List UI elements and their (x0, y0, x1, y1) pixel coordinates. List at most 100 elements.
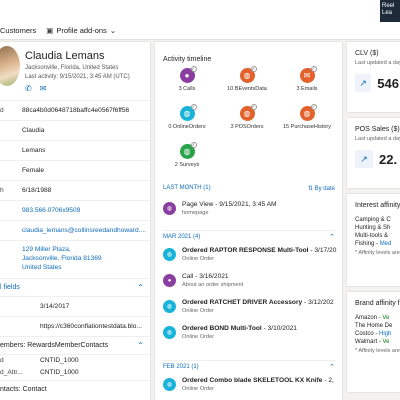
timeline-item-subtitle: About an order shipment (182, 282, 244, 288)
globe-icon: ◍ ✓ (239, 104, 257, 121)
affinity-level: Ve (382, 315, 390, 321)
timeline-item[interactable]: ◍ Ordered RATCHET DRIVER Accessory - 3/1… (163, 298, 338, 320)
affinity-note: * Affinity levels are (355, 250, 400, 256)
affinity-note: * Affinity levels are (355, 348, 400, 354)
chevron-up-icon[interactable]: ⌃ (329, 233, 335, 241)
profile-addons-label: Profile add-ons (56, 26, 107, 35)
affinity-level: Ve (382, 339, 390, 345)
affinity-name: Camping & C (355, 217, 391, 223)
item-title-text: Ordered RATCHET DRIVER Accessory (182, 299, 303, 306)
field-row-lastname: Lemans (0, 140, 150, 160)
app-brand[interactable]: Reel Lea (380, 0, 400, 22)
sort-label: By date (314, 186, 335, 192)
address-link[interactable]: 129 Miller Plaza, Jacksonville, Florida … (22, 245, 150, 272)
affinity-name: Fishing - (355, 241, 380, 247)
check-icon: ✓ (310, 104, 317, 110)
globe-icon: ◍ (163, 300, 176, 313)
timeline-item-title: Ordered RATCHET DRIVER Accessory - 3/12/… (182, 299, 334, 306)
field-row-custom-url: https://c360conflationtestdata.blo... (0, 316, 150, 336)
chevron-up-icon[interactable]: ⌃ (137, 341, 144, 350)
puzzle-icon: ▣ (46, 26, 54, 35)
activity-filter-emails[interactable]: ✉ ✓ 3 Emails (277, 66, 337, 96)
timeline-item-subtitle: Online Order (182, 386, 215, 392)
field-key: d (0, 107, 4, 114)
timeline-item-subtitle: Online Order (182, 308, 215, 314)
affinity-item: Amazon - Ve (355, 315, 399, 321)
timeline-item-title: Ordered Combo blade SKELETOOL KX Knife -… (182, 377, 334, 384)
timeline-item-subtitle: homepage (182, 210, 209, 216)
activity-filter-bevents[interactable]: ◍ ✓ 10 BEventsData (217, 66, 277, 96)
affinity-name: Hunting & Sh (355, 225, 391, 231)
timeline-item-title: Ordered RAPTOR RESPONSE Multi-Tool - 3/1… (182, 247, 337, 254)
activity-filter-online-orders[interactable]: ◍ ✓ 0 OnlineOrders (157, 104, 217, 134)
group-label: LAST MONTH (1) (163, 185, 211, 191)
activity-filter-pos-orders[interactable]: ◍ ✓ 3 POSOrders (217, 104, 277, 134)
customer-location: Jacksonville, Florida, United States (25, 65, 119, 71)
field-row-email[interactable]: claudia_lemans@collinsreedandhoward.... (0, 220, 150, 240)
avatar (0, 46, 20, 86)
rewards-row: d_Attr... CNTID_1000 (0, 367, 150, 380)
affinity-item: Hunting & Sh (355, 225, 399, 231)
globe-icon: ◍ (163, 202, 176, 215)
activity-filter-surveys[interactable]: ◍ ✓ 2 Surveys (157, 142, 217, 172)
timeline-item[interactable]: ◍ Page View - 9/15/2021, 3:45 AM homepag… (163, 200, 338, 222)
activity-filter-label: 0 OnlineOrders (168, 124, 206, 130)
phone-icon[interactable]: ✆ (25, 84, 32, 93)
field-value: CNTID_1000 (40, 357, 79, 364)
activity-filter-calls[interactable]: ● ✓ 3 Calls (157, 66, 217, 96)
affinity-item: The Home De (355, 323, 399, 329)
customers-button[interactable]: Customers (0, 26, 36, 35)
pos-title: POS Sales ($) (355, 126, 400, 133)
phone-link[interactable]: 983.566.0706x9509 (22, 207, 80, 214)
affinity-name: Amazon - (355, 315, 383, 321)
clv-kpi: ↗ 546 (355, 74, 399, 92)
field-key: d_Attr... (0, 369, 23, 376)
chevron-up-icon[interactable]: ⌃ (137, 283, 144, 292)
activity-filter-purchase-history[interactable]: ◍ ✓ 15 PurchaseHistory (277, 104, 337, 134)
timeline-item-title: Page View - 9/15/2021, 3:45 AM (182, 201, 277, 208)
globe-icon: ◍ ✓ (179, 142, 197, 159)
timeline-item[interactable]: ◍ Ordered RAPTOR RESPONSE Multi-Tool - 3… (163, 246, 338, 268)
globe-icon: ◍ ✓ (179, 104, 197, 121)
section-custom-fields[interactable]: l fields ⌃ (0, 278, 150, 296)
field-row-phone[interactable]: 983.566.0706x9509 (0, 200, 150, 220)
section-rewards[interactable]: embers: RewardsMemberContacts ⌃ (0, 336, 150, 354)
item-title-text: Call (182, 273, 194, 280)
section-title: l fields (0, 284, 20, 291)
timeline-group-feb-2021[interactable]: FEB 2021 (1) ⌃ (163, 360, 335, 372)
sort-by-date-button[interactable]: ⇅ By date (308, 185, 335, 192)
customer-profile-card: Claudia Lemans Jacksonville, Florida, Un… (0, 42, 150, 400)
mail-icon[interactable]: ✉ (40, 84, 47, 93)
clv-title: CLV ($) (355, 50, 379, 57)
brand-line-1: Reel (382, 3, 395, 9)
timeline-item[interactable]: ● Call - 3/16/2021 About an order shipme… (163, 272, 338, 294)
field-value: 6/18/1988 (22, 187, 52, 194)
field-value: Claudia (22, 127, 45, 134)
affinity-name: The Home De (355, 323, 393, 329)
timeline-item-subtitle: Online Order (182, 256, 215, 262)
email-link[interactable]: claudia_lemans@collinsreedandhoward.... (22, 227, 146, 234)
timeline-item[interactable]: ◍ Ordered Combo blade SKELETOOL KX Knife… (163, 376, 338, 398)
timeline-item[interactable]: ◍ Ordered BOND Multi-Tool - 3/10/2021 On… (163, 324, 338, 346)
mail-icon: ✉ ✓ (299, 66, 317, 83)
chevron-up-icon[interactable]: ⌃ (329, 363, 335, 371)
pos-updated: Last updated a day (355, 136, 400, 142)
brand-title: Brand affinity fo (355, 300, 400, 307)
timeline-group-mar-2021[interactable]: MAR 2021 (4) ⌃ (163, 230, 335, 242)
profile-addons-button[interactable]: ▣ Profile add-ons ⌄ (46, 26, 116, 35)
item-date: 3/10/2021 (267, 325, 297, 332)
field-key: d (0, 357, 4, 364)
timeline-item-subtitle: Online Order (182, 334, 215, 340)
timeline-group-last-month[interactable]: LAST MONTH (1) ⇅ By date (163, 185, 335, 192)
profile-header: Claudia Lemans Jacksonville, Florida, Un… (0, 42, 150, 98)
check-icon: ✓ (310, 66, 317, 72)
affinity-item: Walmart - Ve (355, 339, 399, 345)
affinity-item: Multi-tools & (355, 233, 399, 239)
section-contacts[interactable]: ntacts: Contact (0, 380, 150, 398)
activity-filter-label: 15 PurchaseHistory (283, 124, 331, 130)
field-row-address[interactable]: 129 Miller Plaza, Jacksonville, Florida … (0, 240, 150, 278)
field-value: 3/14/2017 (40, 303, 70, 310)
section-title: ntacts: Contact (0, 386, 47, 393)
item-title-text: Ordered RAPTOR RESPONSE Multi-Tool (182, 247, 309, 254)
field-value: Female (22, 167, 44, 174)
